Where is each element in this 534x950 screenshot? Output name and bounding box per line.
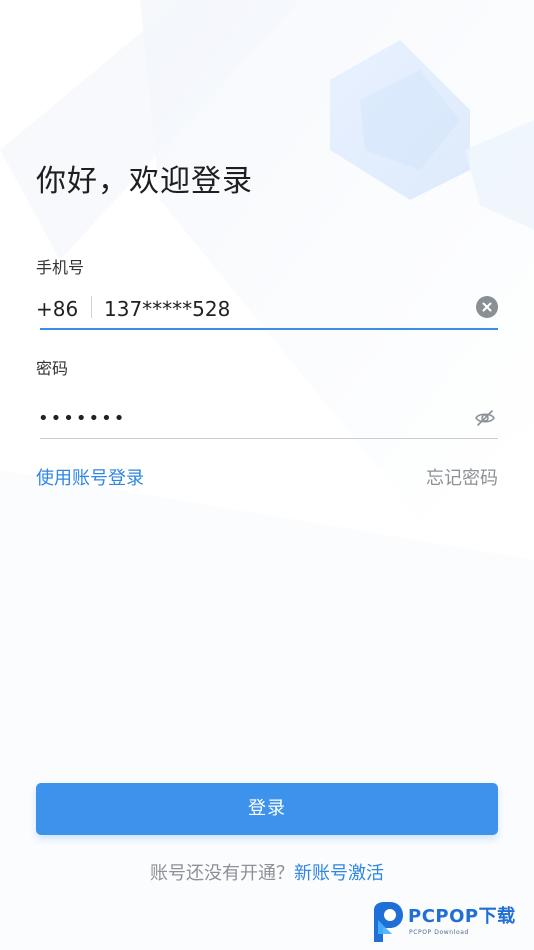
country-code-divider xyxy=(91,296,92,318)
country-code-selector[interactable]: +86 xyxy=(36,296,78,322)
eye-off-icon[interactable] xyxy=(474,407,496,429)
phone-input[interactable] xyxy=(104,292,464,326)
password-underline xyxy=(40,438,498,439)
signup-prompt: 账号还没有开通？新账号激活 xyxy=(0,861,534,887)
forgot-password-link[interactable]: 忘记密码 xyxy=(426,466,498,492)
login-button[interactable]: 登录 xyxy=(36,783,498,835)
phone-field: +86 xyxy=(36,288,498,332)
watermark: PCPOP下载 PCPOP Download xyxy=(368,900,534,946)
pcpop-logo-icon xyxy=(368,900,408,944)
password-label: 密码 xyxy=(36,359,69,378)
clear-icon[interactable] xyxy=(476,296,498,318)
phone-underline xyxy=(40,328,498,330)
phone-label: 手机号 xyxy=(36,258,85,277)
password-input[interactable] xyxy=(38,402,448,434)
activate-account-link[interactable]: 新账号激活 xyxy=(294,863,384,884)
password-field xyxy=(36,398,498,440)
page-title: 你好，欢迎登录 xyxy=(36,164,253,199)
account-login-link[interactable]: 使用账号登录 xyxy=(36,466,144,492)
watermark-brand: PCPOP下载 xyxy=(408,906,516,927)
login-options-row: 使用账号登录 忘记密码 xyxy=(36,466,498,494)
signup-question: 账号还没有开通？ xyxy=(150,863,294,884)
watermark-subtitle: PCPOP Download xyxy=(409,929,469,936)
